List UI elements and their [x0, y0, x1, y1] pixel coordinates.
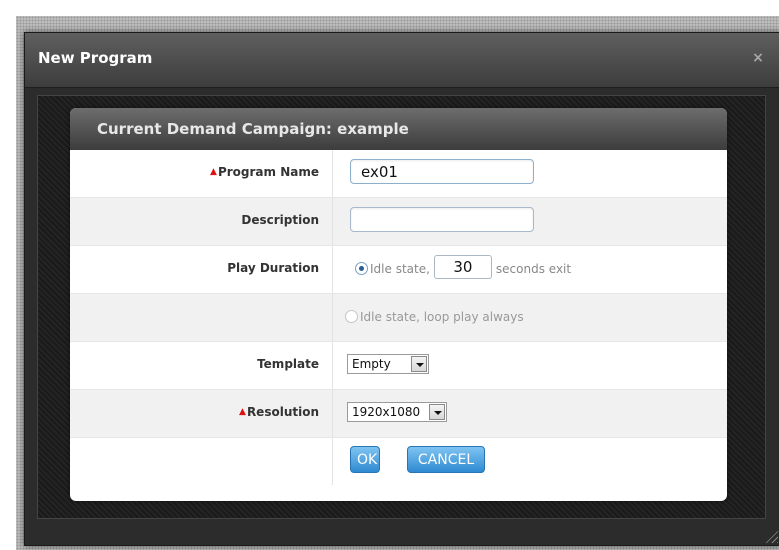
idle-exit-radio[interactable] [355, 262, 368, 275]
template-selected-value: Empty [352, 357, 391, 371]
resolution-select[interactable]: 1920x1080 [347, 402, 447, 422]
label-cell: Play Duration [70, 246, 333, 293]
template-select[interactable]: Empty [347, 354, 429, 374]
dialog-titlebar[interactable]: New Program × [25, 33, 779, 88]
label-cell [70, 438, 333, 485]
resolution-label-text: Resolution [246, 405, 319, 419]
seconds-suffix: seconds exit [495, 262, 572, 276]
idle-loop-label: Idle state, loop play always [360, 310, 524, 324]
ok-button[interactable]: OK [350, 446, 380, 473]
required-marker-icon: ▲ [210, 167, 217, 177]
required-marker-icon: ▲ [239, 407, 246, 417]
dropdown-arrow-icon[interactable] [411, 356, 427, 372]
label-cell [70, 294, 333, 341]
program-name-label: ▲Program Name [210, 165, 319, 179]
dialog-title: New Program [38, 49, 153, 67]
form-panel: Current Demand Campaign: example ▲Progra… [70, 108, 727, 501]
label-cell: ▲Resolution [70, 390, 333, 437]
close-icon[interactable]: × [750, 50, 766, 66]
dialog-content-frame: Current Demand Campaign: example ▲Progra… [37, 95, 766, 519]
row-actions: OK CANCEL [70, 438, 727, 485]
cancel-button[interactable]: CANCEL [407, 446, 485, 473]
description-label: Description [241, 213, 319, 227]
play-duration-option-loop: Idle state, loop play always [345, 310, 524, 324]
label-cell: Description [70, 198, 333, 245]
panel-header: Current Demand Campaign: example [70, 108, 727, 150]
label-cell: Template [70, 342, 333, 389]
label-cell: ▲Program Name [70, 150, 333, 197]
resolution-selected-value: 1920x1080 [352, 405, 421, 419]
play-duration-label: Play Duration [227, 261, 319, 275]
idle-exit-label: Idle state, [370, 262, 430, 276]
program-name-label-text: Program Name [217, 165, 319, 179]
resolution-label: ▲Resolution [239, 405, 319, 419]
seconds-input[interactable]: 30 [433, 255, 492, 279]
row-play-duration-loop: Idle state, loop play always [70, 294, 727, 342]
row-description: Description [70, 198, 727, 246]
dropdown-arrow-icon[interactable] [429, 404, 445, 420]
new-program-dialog: New Program × Current Demand Campaign: e… [24, 32, 779, 546]
row-program-name: ▲Program Name [70, 150, 727, 198]
program-name-input[interactable] [350, 159, 534, 184]
row-resolution: ▲Resolution 1920x1080 [70, 390, 727, 438]
resize-grip-icon[interactable] [764, 529, 778, 543]
template-label: Template [257, 357, 319, 371]
description-input[interactable] [350, 207, 534, 232]
row-template: Template Empty [70, 342, 727, 390]
play-duration-option-idle-exit: Idle state, 30 seconds exit [355, 255, 572, 279]
row-play-duration: Play Duration Idle state, 30 seconds exit [70, 246, 727, 294]
idle-loop-radio[interactable] [345, 310, 358, 323]
